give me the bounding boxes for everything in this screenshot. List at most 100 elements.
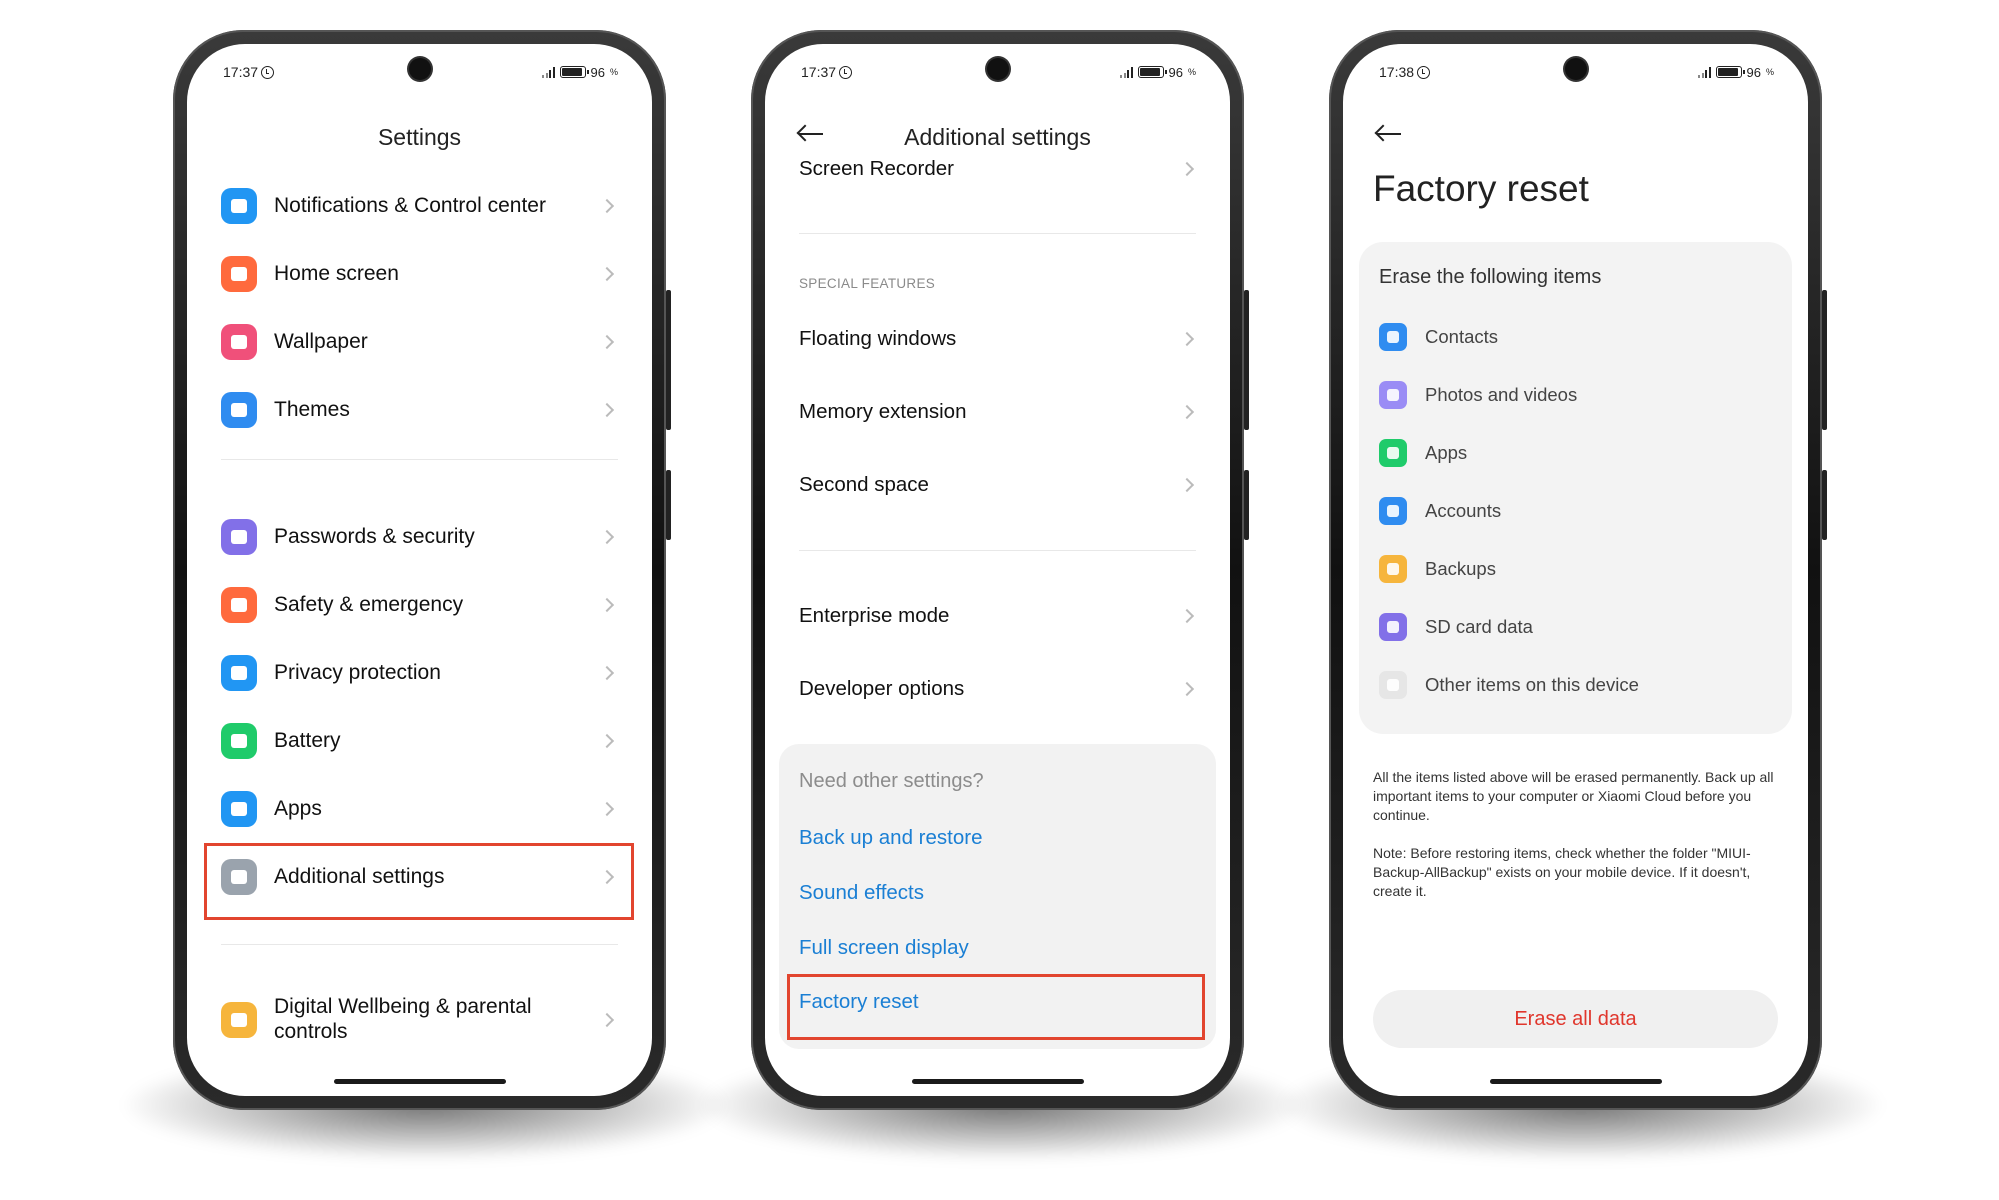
chevron-right-icon (1179, 404, 1195, 420)
erase-item-sd-card: SD card data (1379, 612, 1772, 642)
battery-level: 96 (1168, 64, 1183, 80)
chevron-right-icon (599, 266, 615, 282)
erase-item-label: SD card data (1425, 616, 1533, 637)
settings-item-wellbeing[interactable]: Digital Wellbeing & parental controls (207, 982, 632, 1058)
settings-item-label: Wallpaper (274, 329, 368, 353)
screen-settings: 17:37 96% Settings Notifications & Contr… (187, 44, 652, 1096)
chevron-right-icon (599, 402, 615, 418)
chevron-right-icon (599, 198, 615, 214)
other-settings-heading: Need other settings? (799, 770, 984, 792)
settings-item-notifications[interactable]: Notifications & Control center (207, 172, 632, 240)
settings-item-label: Developer options (799, 676, 965, 700)
apps-icon (1379, 439, 1407, 467)
erase-items-heading: Erase the following items (1379, 266, 1602, 288)
settings-item-passwords[interactable]: Passwords & security (207, 503, 632, 571)
chevron-right-icon (599, 529, 615, 545)
themes-icon (221, 392, 257, 428)
chevron-right-icon (1179, 161, 1195, 177)
link-full-screen-display[interactable]: Full screen display (799, 936, 969, 960)
settings-item-memory-extension[interactable]: Memory extension (799, 392, 1196, 432)
erase-item-label: Accounts (1425, 500, 1502, 521)
battery-settings-icon (221, 723, 257, 759)
settings-item-apps[interactable]: Apps (207, 775, 632, 843)
front-camera (986, 58, 1009, 80)
screen-factory-reset: 17:38 96% Factory reset Erase the follow… (1343, 44, 1808, 1096)
settings-item-themes[interactable]: Themes (207, 376, 632, 444)
phone-settings: 17:37 96% Settings Notifications & Contr… (173, 30, 671, 1110)
settings-item-label: Second space (799, 472, 929, 496)
page-title: Additional settings (904, 124, 1091, 150)
settings-item-label: Themes (274, 397, 350, 421)
signal-icon (1120, 66, 1133, 78)
phone-factory-reset: 17:38 96% Factory reset Erase the follow… (1329, 30, 1827, 1110)
erase-all-data-button[interactable]: Erase all data (1373, 990, 1778, 1048)
settings-item-label: Apps (274, 796, 322, 820)
highlight-box (787, 974, 1205, 1040)
front-camera (408, 58, 431, 80)
settings-item-battery[interactable]: Battery (207, 707, 632, 775)
chevron-right-icon (599, 733, 615, 749)
back-arrow-icon[interactable] (1374, 124, 1403, 142)
settings-item-privacy[interactable]: Privacy protection (207, 639, 632, 707)
settings-item-enterprise-mode[interactable]: Enterprise mode (799, 596, 1196, 636)
home-indicator[interactable] (911, 1079, 1084, 1084)
erase-warning-text: All the items listed above will be erase… (1373, 769, 1774, 823)
settings-item-label: Safety & emergency (274, 592, 464, 616)
erase-item-label: Contacts (1425, 326, 1499, 347)
battery-icon (559, 66, 589, 78)
home-indicator[interactable] (333, 1079, 506, 1084)
settings-item-label: Notifications & Control center (274, 193, 546, 217)
home-icon (221, 256, 257, 292)
settings-item-label: Floating windows (799, 326, 957, 350)
notifications-icon (221, 188, 257, 224)
erase-item-other: Other items on this device (1379, 670, 1772, 700)
wallpaper-icon (221, 324, 257, 360)
settings-item-developer-options[interactable]: Developer options (799, 669, 1196, 709)
contacts-icon (1379, 323, 1407, 351)
other-items-icon (1379, 671, 1407, 699)
link-backup-restore[interactable]: Back up and restore (799, 826, 982, 850)
backups-icon (1379, 555, 1407, 583)
erase-items-card: Erase the following items Contacts Photo… (1359, 242, 1792, 734)
page-title: Factory reset (1373, 168, 1589, 209)
status-time: 17:38 (1379, 64, 1415, 80)
alarm-icon (839, 65, 853, 79)
battery-icon (1715, 66, 1745, 78)
divider (799, 233, 1196, 234)
wellbeing-icon (221, 1002, 257, 1038)
home-indicator[interactable] (1489, 1079, 1662, 1084)
settings-item-screen-recorder[interactable]: Screen Recorder (799, 149, 1196, 189)
erase-item-contacts: Contacts (1379, 322, 1772, 352)
fingerprint-icon (221, 519, 257, 555)
chevron-right-icon (599, 665, 615, 681)
emergency-icon (221, 587, 257, 623)
settings-item-label: Home screen (274, 261, 399, 285)
settings-item-label: Enterprise mode (799, 603, 950, 627)
backup-note-text: Note: Before restoring items, check whet… (1373, 845, 1751, 899)
photos-icon (1379, 381, 1407, 409)
apps-gear-icon (221, 791, 257, 827)
erase-item-accounts: Accounts (1379, 496, 1772, 526)
divider (221, 944, 618, 945)
erase-item-label: Other items on this device (1425, 674, 1639, 695)
settings-item-label: Passwords & security (274, 524, 475, 548)
sd-card-icon (1379, 613, 1407, 641)
erase-item-backups: Backups (1379, 554, 1772, 584)
chevron-right-icon (1179, 608, 1195, 624)
settings-item-safety[interactable]: Safety & emergency (207, 571, 632, 639)
accounts-icon (1379, 497, 1407, 525)
settings-item-label: Memory extension (799, 399, 967, 423)
page-title: Settings (377, 124, 462, 150)
chevron-right-icon (1179, 331, 1195, 347)
chevron-right-icon (599, 334, 615, 350)
link-sound-effects[interactable]: Sound effects (799, 881, 924, 905)
settings-item-home-screen[interactable]: Home screen (207, 240, 632, 308)
battery-level: 96 (590, 64, 605, 80)
front-camera (1564, 58, 1587, 80)
signal-icon (1698, 66, 1711, 78)
settings-item-wallpaper[interactable]: Wallpaper (207, 308, 632, 376)
settings-item-second-space[interactable]: Second space (799, 465, 1196, 505)
settings-item-label: Screen Recorder (799, 156, 954, 180)
settings-item-label: Privacy protection (274, 660, 441, 684)
settings-item-floating-windows[interactable]: Floating windows (799, 319, 1196, 359)
